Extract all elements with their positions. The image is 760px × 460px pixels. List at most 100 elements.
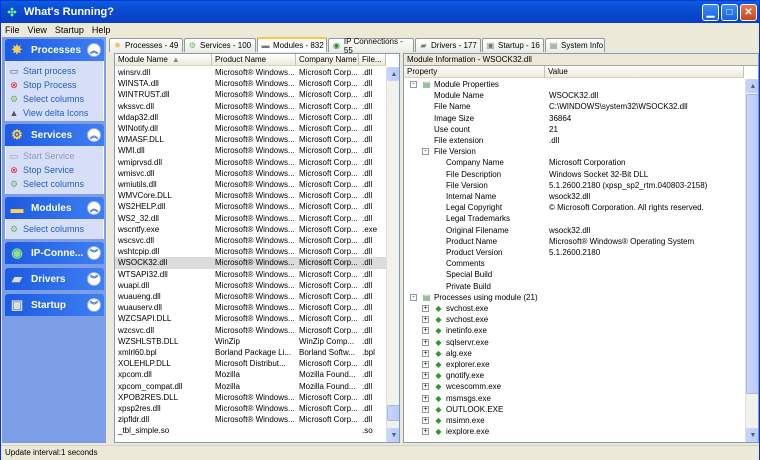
column-header-property[interactable]: Property	[404, 66, 545, 78]
tab-processes[interactable]: ✵ Processes - 49	[109, 38, 183, 52]
expand-node-icon[interactable]: +	[422, 383, 429, 391]
expand-node-icon[interactable]: +	[422, 361, 429, 368]
table-row[interactable]: xmlrl60.bpl Borland Package Li... Borland …	[115, 347, 386, 358]
column-header-file-ext[interactable]: File...	[359, 54, 386, 66]
table-row[interactable]: wuauserv.dll Microsoft® Windows... Microso…	[115, 302, 386, 313]
tree-row[interactable]: + ◆ OUTLOOK.EXE	[404, 404, 744, 415]
collapse-icon[interactable]: ︽	[87, 128, 101, 142]
tree-row[interactable]: File Name C:\WINDOWS\system32\WSOCK32.dll	[404, 101, 744, 112]
expand-icon[interactable]: ︾	[87, 298, 101, 312]
section-ip-connections-header[interactable]: ◉ IP-Conne... ︾	[5, 242, 104, 264]
tree-row[interactable]: + ◆ inetinfo.exe	[404, 325, 744, 336]
table-row[interactable]: wscntfy.exe Microsoft® Windows... Microsof…	[115, 224, 386, 235]
tab-services[interactable]: ⚙ Services - 100	[184, 38, 256, 52]
tree-row[interactable]: Legal Copyright © Microsoft Corporation. …	[404, 202, 744, 213]
tree-row[interactable]: Comments	[404, 258, 744, 269]
tree-row[interactable]: + ◆ explorer.exe	[404, 359, 744, 370]
tab-startup[interactable]: ▣ Startup - 16	[482, 38, 544, 52]
stop-service-task[interactable]: ⊗ Stop Service	[6, 163, 103, 177]
maximize-button[interactable]: □	[721, 3, 738, 21]
stop-process-task[interactable]: ⊗ Stop Process	[6, 78, 103, 92]
collapse-icon[interactable]: ︽	[87, 201, 101, 215]
section-drivers-header[interactable]: ▰ Drivers ︾	[5, 268, 104, 290]
scroll-up-button[interactable]: ▲	[387, 67, 399, 81]
table-row[interactable]: WS2HELP.dll Microsoft® Windows... Microsof…	[115, 201, 386, 212]
tree-row[interactable]: - ▤ Processes using module (21)	[404, 292, 744, 303]
expand-node-icon[interactable]: +	[422, 316, 429, 324]
column-header-product-name[interactable]: Product Name	[212, 54, 296, 66]
table-row[interactable]: wuaueng.dll Microsoft® Windows... Microsof…	[115, 291, 386, 302]
tab-drivers[interactable]: ▰ Drivers - 177	[415, 38, 481, 52]
column-header-company-name[interactable]: Company Name	[296, 54, 359, 66]
modules-list[interactable]: Module Name ▲ Product Name Company Name F…	[114, 53, 400, 443]
table-row[interactable]: winsrv.dll Microsoft® Windows... Microsoft…	[115, 67, 386, 78]
menu-startup[interactable]: Startup	[51, 25, 88, 35]
table-row[interactable]: WS2_32.dll Microsoft® Windows... Microsoft…	[115, 213, 386, 224]
module-info-scrollbar[interactable]: ▲ ▼	[745, 79, 758, 442]
tree-row[interactable]: Module Name WSOCK32.dll	[404, 90, 744, 101]
tree-row[interactable]: Special Build	[404, 269, 744, 280]
table-row[interactable]: wzcsvc.dll Microsoft® Windows... Microsoft…	[115, 325, 386, 336]
tree-row[interactable]: File extension .dll	[404, 135, 744, 146]
table-row[interactable]: WZSHLSTB.DLL WinZip WinZip Comp... .dll	[115, 336, 386, 347]
expand-node-icon[interactable]: +	[422, 349, 429, 357]
table-row[interactable]: XOLEHLP.DLL Microsoft Distribut... Microso…	[115, 358, 386, 369]
table-row[interactable]: WMVCore.DLL Microsoft® Windows... Microsof…	[115, 190, 386, 201]
expand-node-icon[interactable]: +	[422, 338, 429, 346]
expand-node-icon[interactable]: +	[422, 417, 429, 424]
tree-row[interactable]: Legal Trademarks	[404, 213, 744, 224]
select-columns-task[interactable]: ⚙ Select columns	[6, 222, 103, 236]
tree-row[interactable]: Original Filename wsock32.dll	[404, 225, 744, 236]
scroll-down-button[interactable]: ▼	[387, 428, 399, 442]
modules-scrollbar[interactable]: ▲ ▼	[386, 67, 399, 442]
tree-row[interactable]: - ▤ Module Properties	[404, 79, 744, 90]
select-columns-task[interactable]: ⚙ Select columns	[6, 177, 103, 191]
table-row[interactable]: wkssvc.dll Microsoft® Windows... Microsoft…	[115, 101, 386, 112]
expand-node-icon[interactable]: +	[422, 372, 429, 380]
tree-row[interactable]: Use count 21	[404, 124, 744, 135]
table-row[interactable]: wuapi.dll Microsoft® Windows... Microsoft …	[115, 280, 386, 291]
close-button[interactable]: ✕	[740, 3, 757, 21]
table-row[interactable]: wmiutils.dll Microsoft® Windows... Microso…	[115, 179, 386, 190]
table-row[interactable]: wshtcpip.dll Microsoft® Windows... Microso…	[115, 246, 386, 257]
tree-row[interactable]: + ◆ alg.exe	[404, 348, 744, 359]
expand-node-icon[interactable]: +	[422, 327, 429, 335]
column-header-value[interactable]: Value	[545, 66, 744, 78]
scroll-thumb[interactable]	[387, 405, 399, 421]
tree-row[interactable]: File Description Windows Socket 32-Bit DL…	[404, 169, 744, 180]
menu-view[interactable]: View	[24, 25, 51, 35]
collapse-node-icon[interactable]: -	[410, 293, 417, 301]
scroll-thumb[interactable]	[746, 94, 758, 394]
tree-row[interactable]: + ◆ svchost.exe	[404, 303, 744, 314]
view-delta-icons-task[interactable]: ▲ View delta Icons	[6, 106, 103, 120]
tree-row[interactable]: Internal Name wsock32.dll	[404, 191, 744, 202]
table-row[interactable]: wmisvc.dll Microsoft® Windows... Microsoft…	[115, 168, 386, 179]
tree-row[interactable]: Product Version 5.1.2600.2180	[404, 247, 744, 258]
tree-row[interactable]: Company Name Microsoft Corporation	[404, 157, 744, 168]
section-modules-header[interactable]: ▬ Modules ︽	[5, 197, 104, 219]
expand-node-icon[interactable]: +	[422, 405, 429, 413]
section-processes-header[interactable]: ✵ Processes ︽	[5, 39, 104, 61]
scroll-up-button[interactable]: ▲	[746, 79, 758, 93]
table-row[interactable]: zipfldr.dll Microsoft® Windows... Microsof…	[115, 414, 386, 425]
tree-row[interactable]: + ◆ msimn.exe	[404, 415, 744, 426]
tree-row[interactable]: + ◆ msmsgs.exe	[404, 393, 744, 404]
expand-node-icon[interactable]: +	[422, 428, 429, 436]
collapse-node-icon[interactable]: -	[422, 148, 429, 156]
table-row[interactable]: XPOB2RES.DLL Microsoft® Windows... Microso…	[115, 392, 386, 403]
scroll-down-button[interactable]: ▼	[746, 428, 758, 442]
expand-icon[interactable]: ︾	[87, 272, 101, 286]
select-columns-task[interactable]: ⚙ Select columns	[6, 92, 103, 106]
table-row[interactable]: WMI.dll Microsoft® Windows... Microsoft Co…	[115, 145, 386, 156]
start-service-task[interactable]: ▭ Start Service	[6, 149, 103, 163]
tab-system-info[interactable]: ▤ System Info	[545, 38, 605, 52]
tree-row[interactable]: - File Version	[404, 146, 744, 157]
collapse-node-icon[interactable]: -	[410, 81, 417, 88]
section-services-header[interactable]: ⚙ Services ︽	[5, 124, 104, 146]
expand-node-icon[interactable]: +	[422, 305, 429, 312]
tree-row[interactable]: + ◆ sqlservr.exe	[404, 337, 744, 348]
expand-node-icon[interactable]: +	[422, 394, 429, 402]
tab-modules[interactable]: ▬ Modules - 832	[257, 37, 327, 52]
tree-row[interactable]: + ◆ gnotify.exe	[404, 370, 744, 381]
minimize-button[interactable]: ▁	[702, 3, 719, 21]
